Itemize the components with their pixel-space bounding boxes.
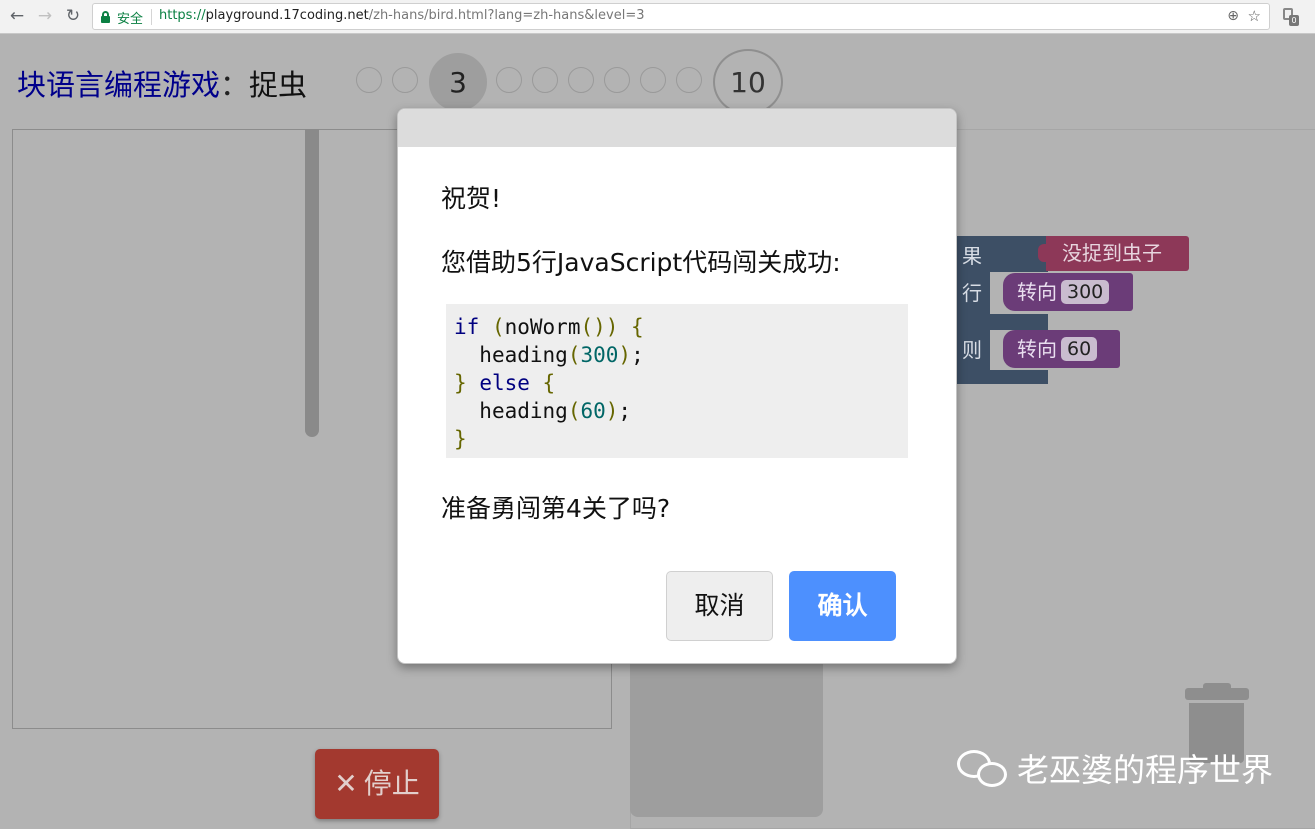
level-dot-9[interactable] [676, 67, 702, 93]
forward-icon[interactable]: → [34, 5, 56, 27]
code-heading-1: heading [479, 343, 568, 367]
turn-label-1: 转向 [1017, 280, 1057, 304]
else-label: 则 [962, 338, 982, 362]
success-summary: 您借助5行JavaScript代码闯关成功: [441, 248, 841, 277]
confirm-button[interactable]: 确认 [789, 571, 896, 641]
level-dot-5[interactable] [532, 67, 558, 93]
code-keyword-else: else [479, 371, 530, 395]
level-name: 捉虫 [249, 68, 308, 102]
code-keyword-if: if [454, 315, 480, 339]
level-dot-7[interactable] [604, 67, 630, 93]
cancel-button[interactable]: 取消 [666, 571, 773, 641]
if-label: 果 [962, 244, 982, 268]
congrats-dialog: 祝贺! 您借助5行JavaScript代码闯关成功: if (noWorm())… [397, 108, 957, 664]
stop-button[interactable]: ✕ 停止 [315, 749, 439, 819]
lock-icon [101, 11, 110, 23]
level-dot-1[interactable] [356, 67, 382, 93]
turn-label-2: 转向 [1017, 337, 1057, 361]
condition-block[interactable]: 没捉到虫子 [1046, 236, 1189, 271]
code-heading-2: heading [479, 399, 568, 423]
level-last[interactable]: 10 [713, 49, 783, 115]
url-text[interactable]: https://playground.17coding.net/zh-hans/… [159, 8, 645, 23]
toolbox-flyout[interactable] [630, 663, 823, 817]
back-icon[interactable]: ← [6, 5, 28, 27]
do-label: 行 [962, 281, 982, 305]
turn-block-1[interactable]: 转向 300 [1003, 273, 1133, 311]
level-dot-6[interactable] [568, 67, 594, 93]
wall [305, 129, 319, 437]
browser-toolbar: ← → ↻ 安全 https://playground.17coding.net… [0, 0, 1315, 34]
address-bar[interactable]: 安全 https://playground.17coding.net/zh-ha… [92, 3, 1270, 30]
title-separator: ： [220, 68, 250, 102]
dialog-header [398, 109, 956, 147]
app-title-link[interactable]: 块语言编程游戏 [17, 68, 220, 102]
level-dot-2[interactable] [392, 67, 418, 93]
congrats-heading: 祝贺! [441, 184, 502, 213]
level-dot-8[interactable] [640, 67, 666, 93]
reload-icon[interactable]: ↻ [62, 5, 84, 27]
url-path: /zh-hans/bird.html?lang=zh-hans&level=3 [368, 8, 645, 23]
code-arg-1: 300 [580, 343, 619, 367]
url-host: playground.17coding.net [205, 8, 369, 23]
address-separator [151, 9, 152, 25]
turn-value-2[interactable]: 60 [1061, 336, 1098, 361]
page-title: 块语言编程游戏：捉虫 [17, 62, 307, 104]
close-icon: ✕ [334, 767, 358, 800]
next-level-prompt: 准备勇闯第4关了吗? [441, 494, 671, 523]
star-icon[interactable]: ☆ [1248, 7, 1261, 25]
turn-value-1[interactable]: 300 [1061, 279, 1110, 304]
level-current[interactable]: 3 [429, 53, 487, 111]
level-dot-4[interactable] [496, 67, 522, 93]
watermark-text: 老巫婆的程序世界 [1017, 751, 1274, 789]
code-arg-2: 60 [580, 399, 606, 423]
stop-label: 停止 [363, 767, 420, 800]
extension-icon[interactable]: 0 [1283, 8, 1299, 26]
trash-lid [1185, 688, 1249, 700]
url-scheme: https:// [159, 8, 206, 23]
secure-label: 安全 [117, 12, 144, 27]
turn-block-2[interactable]: 转向 60 [1003, 330, 1120, 368]
wechat-icon [957, 750, 1011, 790]
code-block: if (noWorm()) { heading(300); } else { h… [446, 304, 908, 458]
zoom-icon[interactable]: ⊕ [1227, 8, 1239, 24]
code-call: noWorm [504, 315, 581, 339]
